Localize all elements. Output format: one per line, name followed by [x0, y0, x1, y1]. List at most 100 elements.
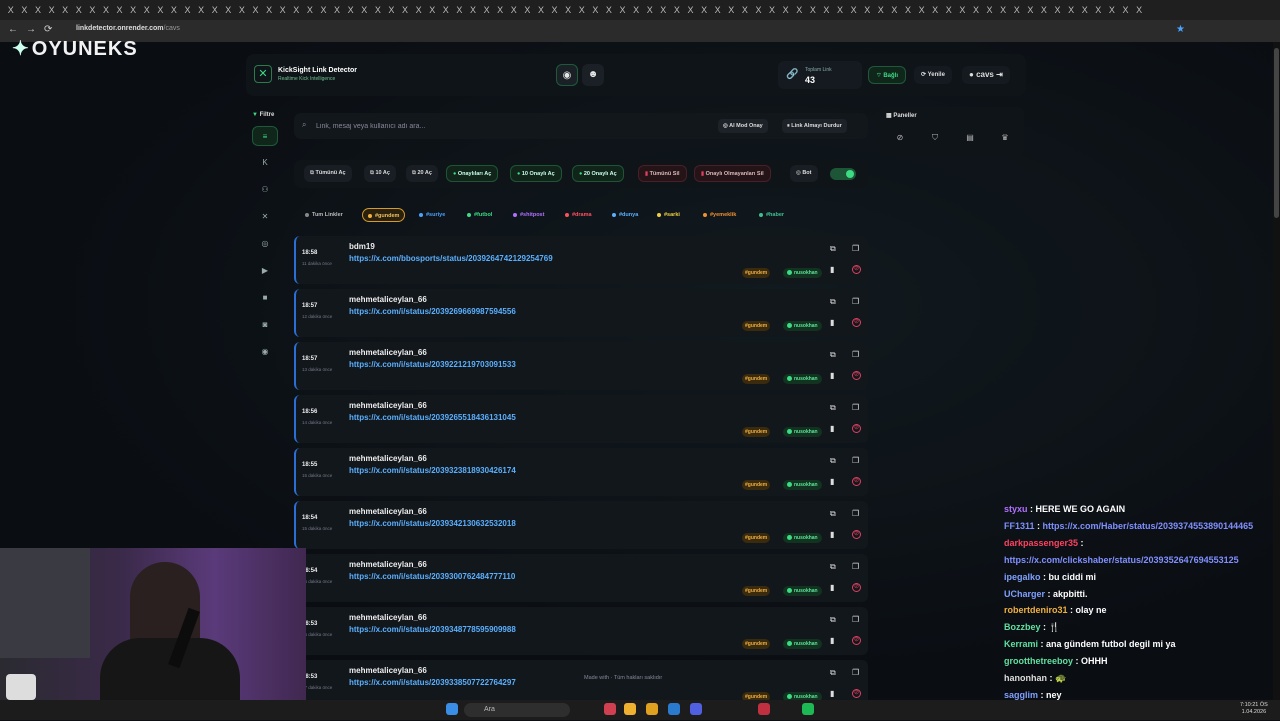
browser-tab[interactable]: X — [1132, 3, 1146, 17]
open-link-icon[interactable]: ⧉ — [830, 615, 836, 625]
browser-tab[interactable]: X — [969, 3, 983, 17]
action-button-7[interactable]: ▮ Onaylı Olmayanları Sil — [694, 165, 771, 182]
app2-icon[interactable] — [758, 703, 770, 715]
bot-icon[interactable]: ☻ — [582, 64, 604, 86]
star-icon[interactable]: ★ — [1176, 24, 1185, 35]
browser-tab[interactable]: X — [643, 3, 657, 17]
kick-icon[interactable]: K — [252, 153, 278, 173]
trash-icon[interactable]: ▮ — [830, 530, 834, 539]
ban-icon[interactable]: ⊘ — [852, 689, 861, 698]
ban-icon[interactable]: ⊘ — [852, 318, 861, 327]
ai-mode-button[interactable]: ◎ AI Mod Onay — [718, 119, 768, 133]
tag-filter-4[interactable]: #shitpost — [508, 208, 549, 222]
ban-icon[interactable]: ⊘ — [852, 424, 861, 433]
browser-tab[interactable]: X — [1010, 3, 1024, 17]
browser-tab[interactable]: X — [996, 3, 1010, 17]
browser-tab[interactable]: X — [697, 3, 711, 17]
browser-tab[interactable]: X — [1051, 3, 1065, 17]
browser-tab[interactable]: X — [289, 3, 303, 17]
stop-links-button[interactable]: ⏸ Link Almayı Durdur — [782, 119, 847, 133]
action-button-0[interactable]: ⧉ Tümünü Aç — [304, 165, 352, 182]
browser-tab[interactable]: X — [303, 3, 317, 17]
copy-icon[interactable]: ❐ — [852, 615, 859, 624]
browser-tab[interactable]: X — [4, 3, 18, 17]
taskbar-search[interactable]: Ara — [464, 703, 570, 717]
browser-tab[interactable]: X — [860, 3, 874, 17]
browser-tab[interactable]: X — [181, 3, 195, 17]
browser-tab[interactable]: X — [589, 3, 603, 17]
browser-tab[interactable]: X — [194, 3, 208, 17]
x-icon[interactable]: ✕ — [252, 207, 278, 227]
browser-tab[interactable]: X — [412, 3, 426, 17]
browser-tab[interactable]: X — [724, 3, 738, 17]
globe-icon[interactable]: ◉ — [252, 342, 278, 362]
browser-tab[interactable]: X — [167, 3, 181, 17]
trash-icon[interactable]: ▮ — [830, 265, 834, 274]
browser-tab[interactable]: X — [1119, 3, 1133, 17]
ban-icon[interactable]: ⊘ — [852, 265, 861, 274]
folder-icon[interactable] — [646, 703, 658, 715]
card-link[interactable]: https://x.com/i/status/20393421306325320… — [349, 519, 516, 528]
browser-tab[interactable]: X — [330, 3, 344, 17]
browser-tab[interactable]: X — [140, 3, 154, 17]
browser-tab[interactable]: X — [113, 3, 127, 17]
browser-tab[interactable]: X — [493, 3, 507, 17]
browser-tab[interactable]: X — [1024, 3, 1038, 17]
trash-icon[interactable]: ▮ — [830, 636, 834, 645]
browser-tab[interactable]: X — [983, 3, 997, 17]
action-button-2[interactable]: ⧉ 20 Aç — [406, 165, 438, 182]
browser-tab[interactable]: X — [453, 3, 467, 17]
browser-tab[interactable]: X — [317, 3, 331, 17]
action-button-4[interactable]: ● 10 Onaylı Aç — [510, 165, 562, 182]
browser-tab[interactable]: X — [1105, 3, 1119, 17]
browser-tab[interactable]: X — [208, 3, 222, 17]
browser-tab[interactable]: X — [575, 3, 589, 17]
edge-icon[interactable] — [668, 703, 680, 715]
instagram-icon[interactable]: ◎ — [252, 234, 278, 254]
browser-tab[interactable]: X — [657, 3, 671, 17]
reload-icon[interactable]: ⟳ — [44, 24, 52, 35]
copy-icon[interactable]: ❐ — [852, 509, 859, 518]
ban-icon[interactable]: ⊘ — [852, 371, 861, 380]
spotify-icon[interactable] — [802, 703, 814, 715]
browser-tab[interactable]: X — [58, 3, 72, 17]
browser-tab[interactable]: X — [1092, 3, 1106, 17]
browser-tab[interactable]: X — [425, 3, 439, 17]
copy-icon[interactable]: ❐ — [852, 350, 859, 359]
card-link[interactable]: https://x.com/i/status/20393007624847771… — [349, 572, 515, 581]
browser-tab[interactable]: X — [31, 3, 45, 17]
browser-tab[interactable]: X — [820, 3, 834, 17]
chrome-icon[interactable] — [624, 703, 636, 715]
browser-tab[interactable]: X — [915, 3, 929, 17]
ban-icon[interactable]: ⊘ — [852, 636, 861, 645]
browser-tab[interactable]: X — [888, 3, 902, 17]
ban-panel-icon[interactable]: ⊘ — [890, 129, 910, 147]
copy-icon[interactable]: ❐ — [852, 244, 859, 253]
trash-icon[interactable]: ▮ — [830, 371, 834, 380]
browser-tab[interactable]: X — [561, 3, 575, 17]
browser-tab[interactable]: X — [398, 3, 412, 17]
back-icon[interactable]: ← — [8, 24, 18, 35]
browser-tab[interactable]: X — [276, 3, 290, 17]
browser-tab[interactable]: X — [385, 3, 399, 17]
browser-tab[interactable]: X — [752, 3, 766, 17]
trash-icon[interactable]: ▮ — [830, 424, 834, 433]
browser-tab[interactable]: X — [670, 3, 684, 17]
video-icon[interactable]: ■ — [252, 288, 278, 308]
action-button-5[interactable]: ● 20 Onaylı Aç — [572, 165, 624, 182]
browser-tab[interactable]: X — [86, 3, 100, 17]
tag-filter-2[interactable]: #suriye — [414, 208, 450, 222]
browser-tab[interactable]: X — [833, 3, 847, 17]
browser-tab[interactable]: X — [357, 3, 371, 17]
browser-tab[interactable]: X — [616, 3, 630, 17]
archive-panel-icon[interactable]: ▤ — [960, 129, 980, 147]
refresh-button[interactable]: ⟳ Yenile — [914, 66, 952, 84]
browser-tab[interactable]: X — [466, 3, 480, 17]
card-link[interactable]: https://x.com/i/status/20392655184361310… — [349, 413, 516, 422]
tag-filter-6[interactable]: #dunya — [607, 208, 643, 222]
browser-tab[interactable]: X — [154, 3, 168, 17]
youtube-icon[interactable]: ▶ — [252, 261, 278, 281]
browser-tab[interactable]: X — [901, 3, 915, 17]
theme-icon[interactable]: ◉ — [556, 64, 578, 86]
browser-tab[interactable]: X — [711, 3, 725, 17]
